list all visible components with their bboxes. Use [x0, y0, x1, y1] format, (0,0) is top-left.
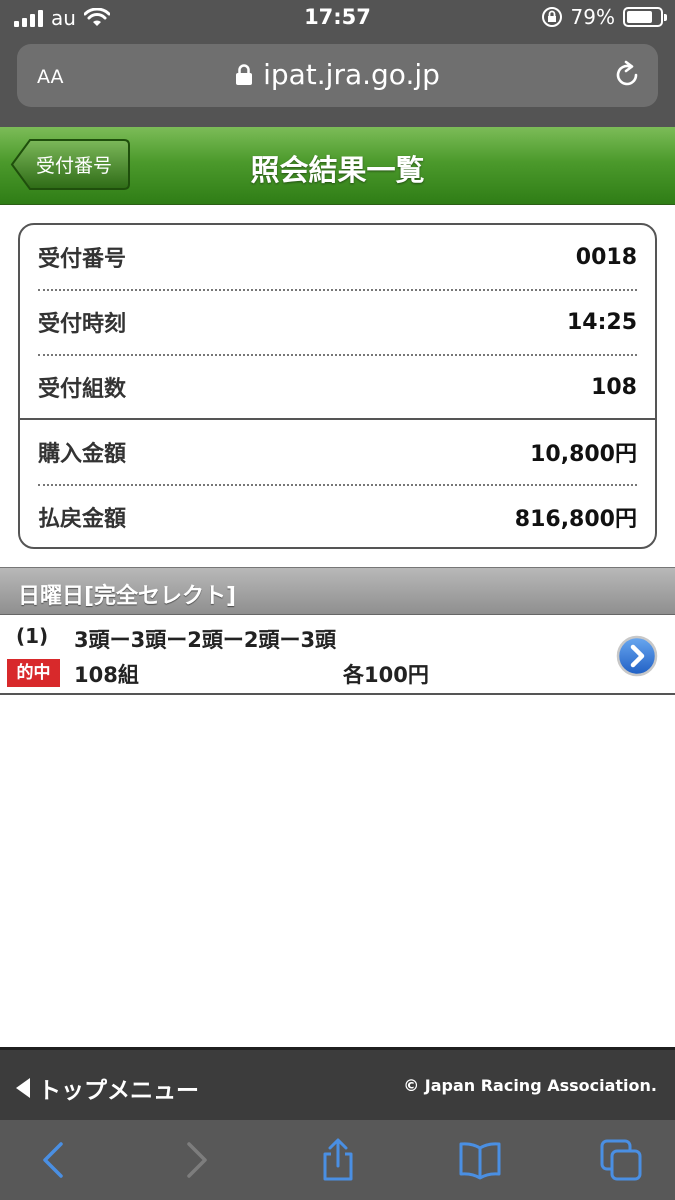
- summary-label: 受付時刻: [38, 312, 127, 337]
- status-bar: au 17:57 79%: [0, 0, 675, 38]
- summary-row-purchase-amount: 購入金額 10,800円: [38, 420, 637, 484]
- battery-level: [627, 11, 653, 23]
- summary-label: 払戻金額: [38, 507, 127, 532]
- padlock-icon: [236, 63, 253, 85]
- page-title: 照会結果一覧: [250, 153, 425, 187]
- browser-chrome: au 17:57 79% AA ipat.jra.go.jp: [0, 0, 675, 127]
- tabs-icon[interactable]: [599, 1138, 643, 1182]
- orientation-lock-icon: [541, 7, 562, 27]
- section-header: 日曜日[完全セレクト]: [0, 567, 675, 615]
- back-icon[interactable]: [33, 1138, 77, 1182]
- top-menu-label: トップメニュー: [38, 1078, 199, 1104]
- triangle-left-icon: [16, 1078, 30, 1098]
- share-icon[interactable]: [316, 1138, 360, 1182]
- summary-label: 購入金額: [38, 442, 127, 467]
- summary-value: 14:25: [566, 309, 637, 335]
- summary-row-payout-amount: 払戻金額 816,800円: [38, 485, 637, 547]
- bet-index: (1): [16, 624, 49, 648]
- summary-value: 10,800円: [530, 442, 637, 467]
- page-header: 受付番号 照会結果一覧: [0, 127, 675, 205]
- summary-label: 受付番号: [38, 247, 127, 272]
- bet-list-item[interactable]: (1) 3頭ー3頭ー2頭ー2頭ー3頭 的中 108組 各100円: [0, 615, 675, 695]
- bet-unit-amount: 各100円: [343, 663, 429, 687]
- bet-count: 108組: [74, 663, 139, 687]
- summary-value: 108: [591, 374, 637, 400]
- browser-toolbar: [0, 1120, 675, 1200]
- url-text: ipat.jra.go.jp: [263, 58, 440, 91]
- copyright-text: © Japan Racing Association.: [403, 1076, 657, 1095]
- summary-value: 816,800円: [514, 507, 637, 532]
- bet-combination: 3頭ー3頭ー2頭ー2頭ー3頭: [74, 628, 337, 652]
- address-bar[interactable]: AA ipat.jra.go.jp: [17, 44, 658, 107]
- summary-card: 受付番号 0018 受付時刻 14:25 受付組数 108 購入金額 10,80…: [18, 223, 657, 549]
- battery-percent: 79%: [570, 5, 615, 29]
- chevron-right-circle-icon[interactable]: [616, 635, 658, 677]
- summary-row-combination-count: 受付組数 108: [38, 355, 637, 419]
- bookmarks-icon[interactable]: [458, 1138, 502, 1182]
- summary-label: 受付組数: [38, 377, 127, 402]
- battery-icon: [623, 7, 667, 27]
- page-footer: トップメニュー © Japan Racing Association.: [0, 1047, 675, 1120]
- reload-icon[interactable]: [612, 60, 642, 90]
- hit-badge: 的中: [7, 659, 60, 687]
- summary-value: 0018: [575, 244, 637, 270]
- summary-row-receipt-number: 受付番号 0018: [38, 225, 637, 289]
- section-title: 日曜日[完全セレクト]: [18, 584, 237, 609]
- top-menu-link[interactable]: トップメニュー: [16, 1071, 199, 1105]
- forward-icon[interactable]: [173, 1138, 217, 1182]
- summary-row-receipt-time: 受付時刻 14:25: [38, 290, 637, 354]
